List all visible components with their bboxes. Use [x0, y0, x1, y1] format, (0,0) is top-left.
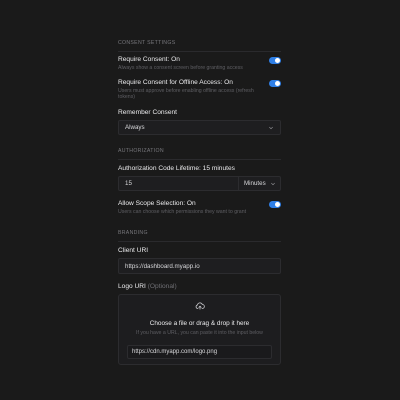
remember-consent-setting: Remember Consent Always [118, 109, 281, 148]
logo-uri-label-text: Logo URI [118, 283, 146, 290]
chevron-down-icon [271, 182, 275, 185]
section-header-consent: CONSENT SETTINGS [118, 40, 281, 52]
require-consent-text: Require Consent: On Always show a consen… [118, 56, 243, 71]
offline-access-setting: Require Consent for Offline Access: On U… [118, 79, 281, 109]
require-consent-setting: Require Consent: On Always show a consen… [118, 56, 281, 79]
toggle-knob-icon [275, 58, 280, 63]
dropzone-subtitle: If you have a URL, you can paste it into… [136, 330, 263, 336]
code-lifetime-unit-select[interactable]: Minutes [238, 177, 280, 190]
scope-selection-toggle[interactable] [269, 201, 281, 208]
code-lifetime-input[interactable]: 15 [119, 177, 238, 190]
chevron-down-icon [269, 126, 273, 129]
section-header-branding: BRANDING [118, 230, 281, 242]
remember-consent-label: Remember Consent [118, 109, 178, 116]
scope-selection-setting: Allow Scope Selection: On Users can choo… [118, 200, 281, 230]
scope-selection-description: Users can choose which permissions they … [118, 209, 247, 215]
scope-selection-label: Allow Scope Selection: On [118, 200, 196, 207]
require-consent-description: Always show a consent screen before gran… [118, 65, 243, 71]
code-lifetime-setting: Authorization Code Lifetime: 15 minutes … [118, 165, 281, 200]
section-header-authorization: AUTHORIZATION [118, 148, 281, 160]
logo-dropzone[interactable]: Choose a file or drag & drop it here If … [118, 294, 281, 365]
settings-panel: CONSENT SETTINGS Require Consent: On Alw… [118, 40, 281, 365]
code-lifetime-field: 15 Minutes [118, 176, 281, 191]
toggle-knob-icon [275, 81, 280, 86]
offline-access-label: Require Consent for Offline Access: On [118, 79, 233, 86]
dropzone-title: Choose a file or drag & drop it here [149, 320, 250, 327]
offline-access-toggle[interactable] [269, 80, 281, 87]
code-lifetime-unit-value: Minutes [244, 180, 266, 187]
code-lifetime-label: Authorization Code Lifetime: 15 minutes [118, 165, 235, 172]
offline-access-text: Require Consent for Offline Access: On U… [118, 79, 258, 100]
remember-consent-value: Always [125, 124, 145, 131]
cloud-upload-icon [195, 302, 205, 310]
logo-uri-input[interactable]: https://cdn.myapp.com/logo.png [127, 345, 272, 359]
logo-uri-optional: (Optional) [147, 283, 177, 290]
scope-selection-text: Allow Scope Selection: On Users can choo… [118, 200, 246, 215]
require-consent-toggle[interactable] [269, 57, 281, 64]
require-consent-label: Require Consent: On [118, 56, 180, 63]
client-uri-setting: Client URI https://dashboard.myapp.io [118, 247, 281, 283]
logo-uri-setting: Logo URI (Optional) Choose a file or dra… [118, 283, 281, 365]
client-uri-input[interactable]: https://dashboard.myapp.io [118, 258, 281, 274]
remember-consent-select[interactable]: Always [118, 120, 281, 135]
client-uri-label: Client URI [118, 247, 149, 254]
toggle-knob-icon [275, 202, 280, 207]
offline-access-description: Users must approve before enabling offli… [118, 88, 254, 101]
logo-uri-label: Logo URI (Optional) [118, 283, 281, 291]
